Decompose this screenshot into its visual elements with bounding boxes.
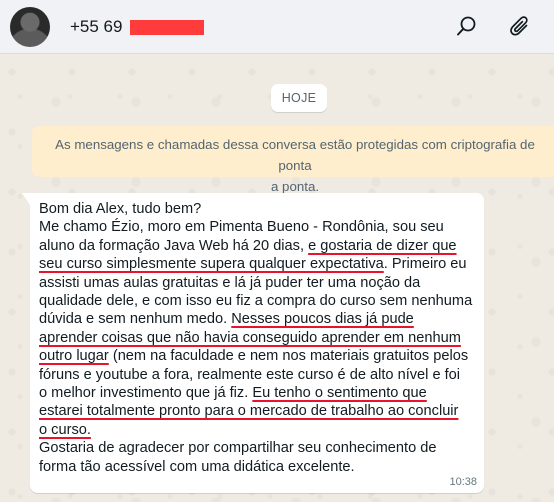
message-text: Bom dia Alex, tudo bem? Me chamo Ézio, mo… [39, 200, 474, 476]
message-time: 10:38 [449, 476, 477, 488]
message-line: estarei totalmente pronto para o mercado… [39, 402, 474, 420]
paperclip-icon[interactable] [506, 12, 536, 42]
underlined-text: aprender coisas que não havia conseguido… [39, 329, 461, 346]
message-text-span: Gostaria de agradecer por compartilhar s… [39, 440, 437, 457]
message-text-span: forma tão acessível com uma didática exc… [39, 458, 355, 475]
underlined-text: outro lugar [39, 348, 109, 365]
message-line: aprender coisas que não havia conseguido… [39, 329, 474, 347]
message-line: aluno da formação Java Web há 20 dias, e… [39, 237, 474, 255]
message-line: Bom dia Alex, tudo bem? [39, 200, 474, 218]
contact-name[interactable]: +55 69 [70, 17, 205, 37]
underlined-text: estarei totalmente pronto para o mercado… [39, 403, 459, 420]
message-line: seu curso simplesmente supera qualquer e… [39, 255, 474, 273]
underlined-text: Nesses poucos dias já pude [231, 311, 414, 328]
chat-area[interactable]: HOJE As mensagens e chamadas dessa conve… [0, 54, 554, 502]
incoming-message-bubble[interactable]: Bom dia Alex, tudo bem? Me chamo Ézio, mo… [22, 193, 484, 493]
contact-number: +55 69 [70, 17, 123, 36]
message-text-span: fóruns e youtube a fora, realmente este … [39, 366, 461, 383]
message-line: assisti umas aulas gratuitas e lá já pud… [39, 274, 474, 292]
underlined-text: Eu tenho o sentimento que [252, 385, 427, 402]
underlined-text: e gostaria de dizer que [308, 237, 457, 254]
underlined-text: o curso. [39, 421, 91, 438]
message-text-span: Me chamo Ézio, moro em Pimenta Bueno - R… [39, 219, 444, 236]
message-text-span: assisti umas aulas gratuitas e lá já pud… [39, 274, 421, 291]
message-text-span: Bom dia Alex, tudo bem? [39, 201, 202, 217]
message-line: forma tão acessível com uma didática exc… [39, 458, 474, 476]
message-text-span: qualidade dele, e com isso eu fiz a comp… [39, 293, 473, 310]
message-line: o melhor investimento que já fiz. Eu ten… [39, 384, 474, 402]
underlined-text: seu curso simplesmente supera qualquer e… [39, 256, 384, 273]
message-line: fóruns e youtube a fora, realmente este … [39, 366, 474, 384]
message-line: qualidade dele, e com isso eu fiz a comp… [39, 292, 474, 310]
chat-header: +55 69 [0, 0, 554, 54]
search-icon[interactable] [451, 12, 481, 42]
message-line: dúvida e sem nenhum medo. Nesses poucos … [39, 310, 474, 328]
message-line: outro lugar (nem na faculdade e nem nos … [39, 347, 474, 365]
redaction-bar [130, 19, 205, 35]
message-text-span: dúvida e sem nenhum medo. [39, 311, 232, 328]
message-line: Gostaria de agradecer por compartilhar s… [39, 439, 474, 457]
date-divider: HOJE [271, 84, 327, 112]
message-text-span: aluno da formação Java Web há 20 dias, [39, 237, 309, 254]
message-text-span: . Primeiro eu [383, 256, 467, 273]
encryption-notice-line: As mensagens e chamadas dessa conversa e… [55, 137, 535, 173]
message-text-span: (nem na faculdade e nem nos materiais gr… [108, 348, 469, 365]
message-line: o curso. [39, 421, 474, 439]
message-line: Me chamo Ézio, moro em Pimenta Bueno - R… [39, 218, 474, 236]
contact-avatar[interactable] [10, 7, 50, 47]
message-text-span: o melhor investimento que já fiz. [39, 385, 253, 402]
encryption-notice[interactable]: As mensagens e chamadas dessa conversa e… [32, 126, 554, 194]
